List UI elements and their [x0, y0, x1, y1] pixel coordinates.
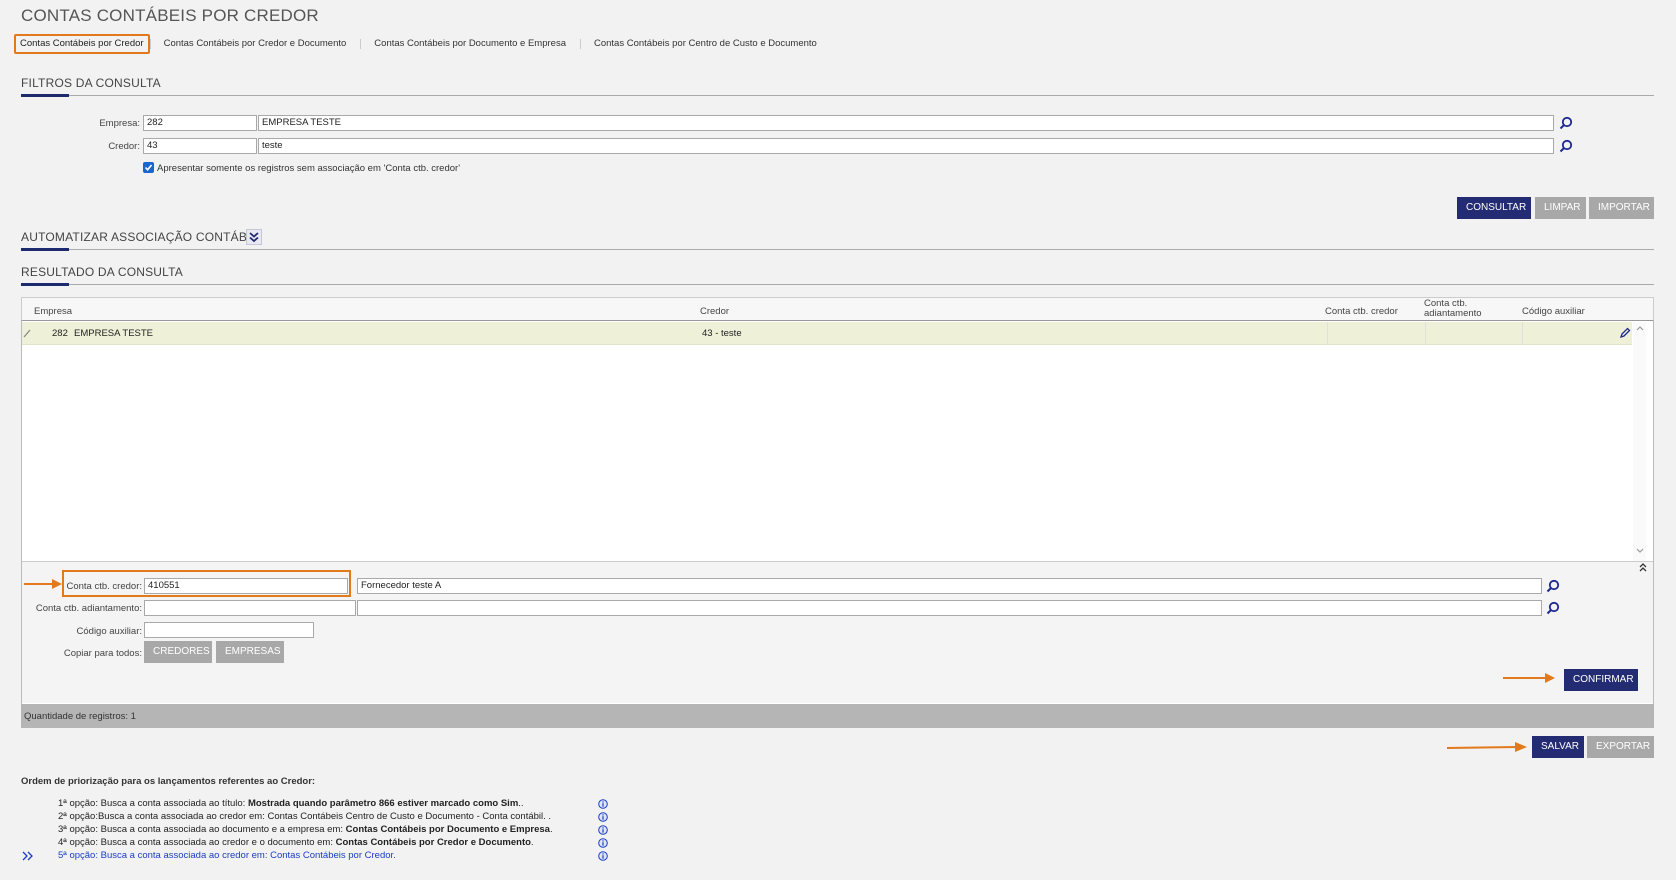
col-conta-credor-header[interactable]: Conta ctb. credor	[1325, 306, 1398, 317]
result-section-header: RESULTADO DA CONSULTA	[21, 265, 1654, 286]
conta-adiantamento-code-input[interactable]	[144, 600, 356, 616]
conta-credor-search-icon[interactable]	[1546, 579, 1560, 593]
section-accent-bar	[21, 248, 69, 251]
section-accent-bar	[21, 94, 69, 97]
filters-section-header: FILTROS DA CONSULTA	[21, 76, 1654, 97]
row-empresa-name: EMPRESA TESTE	[74, 328, 154, 339]
expand-double-chevron-icon[interactable]	[246, 229, 262, 245]
conta-credor-name-input[interactable]: Fornecedor teste A	[357, 578, 1542, 594]
annotation-arrow-icon	[1503, 673, 1555, 683]
salvar-button[interactable]: SALVAR	[1532, 736, 1584, 758]
sem-associacao-checkbox[interactable]	[143, 162, 154, 173]
exportar-button[interactable]: EXPORTAR	[1587, 736, 1654, 758]
credor-name-input[interactable]: teste	[258, 138, 1554, 154]
info-icon[interactable]	[598, 851, 608, 861]
current-option-chevron-icon	[22, 851, 33, 861]
importar-button[interactable]: IMPORTAR	[1589, 197, 1654, 219]
scroll-up-icon[interactable]	[1636, 325, 1644, 331]
info-icon[interactable]	[598, 838, 608, 848]
priority-option-3: 3ª opção: Busca a conta associada ao doc…	[58, 824, 553, 835]
grid-footer: Quantidade de registros: 1	[21, 704, 1654, 728]
row-edit-indicator-icon	[23, 329, 31, 338]
tab-contas-por-credor-documento[interactable]: Contas Contábeis por Credor e Documento	[149, 34, 361, 54]
codigo-auxiliar-input[interactable]	[144, 622, 314, 638]
table-row[interactable]: 282 EMPRESA TESTE 43 - teste	[22, 322, 1632, 345]
tab-contas-por-centro-custo-documento[interactable]: Contas Contábeis por Centro de Custo e D…	[579, 34, 831, 54]
conta-adiantamento-label: Conta ctb. adiantamento:	[35, 603, 142, 614]
priority-option-1: 1ª opção: Busca a conta associada ao tít…	[58, 798, 524, 809]
col-conta-adiantamento-header[interactable]: Conta ctb. adiantamento	[1424, 299, 1494, 319]
priority-title: Ordem de priorização para os lançamentos…	[21, 776, 316, 787]
page-title: CONTAS CONTÁBEIS POR CREDOR	[21, 6, 319, 25]
copiar-para-todos-label: Copiar para todos:	[63, 648, 142, 659]
conta-credor-label: Conta ctb. credor:	[66, 581, 142, 592]
empresa-name-input[interactable]: EMPRESA TESTE	[258, 115, 1554, 131]
automatizar-title: AUTOMATIZAR ASSOCIAÇÃO CONTÁBIL	[21, 230, 258, 244]
row-credor: 43 - teste	[702, 328, 742, 339]
empresa-code-input[interactable]: 282	[143, 115, 257, 131]
section-accent-bar	[21, 283, 69, 286]
tab-bar: Contas Contábeis por Credor Contas Contá…	[14, 34, 831, 54]
filters-title: FILTROS DA CONSULTA	[21, 76, 161, 90]
priority-option-4: 4ª opção: Busca a conta associada ao cre…	[58, 837, 534, 848]
sem-associacao-label: Apresentar somente os registros sem asso…	[157, 163, 461, 174]
row-edit-pencil-icon[interactable]	[1619, 327, 1631, 339]
tab-contas-por-credor[interactable]: Contas Contábeis por Credor	[14, 34, 150, 54]
collapse-double-chevron-icon[interactable]	[1638, 562, 1648, 572]
col-empresa-header[interactable]: Empresa	[34, 306, 72, 317]
copiar-empresas-button[interactable]: EMPRESAS	[216, 641, 284, 663]
automatizar-section-header: AUTOMATIZAR ASSOCIAÇÃO CONTÁBIL	[21, 230, 1654, 251]
credor-search-icon[interactable]	[1559, 139, 1573, 153]
consultar-button[interactable]: CONSULTAR	[1457, 197, 1531, 219]
col-credor-header[interactable]: Credor	[700, 306, 729, 317]
row-empresa-code: 282	[52, 328, 68, 339]
codigo-auxiliar-label: Código auxiliar:	[76, 626, 142, 637]
credor-code-input[interactable]: 43	[143, 138, 257, 154]
info-icon[interactable]	[598, 825, 608, 835]
conta-adiantamento-search-icon[interactable]	[1546, 601, 1560, 615]
info-icon[interactable]	[598, 812, 608, 822]
info-icon[interactable]	[598, 799, 608, 809]
record-count: Quantidade de registros: 1	[24, 711, 136, 722]
credor-label: Credor:	[108, 141, 140, 152]
priority-option-5: 5ª opção: Busca a conta associada ao cre…	[58, 850, 396, 861]
grid-scrollbar[interactable]	[1633, 322, 1646, 561]
scroll-down-icon[interactable]	[1636, 548, 1644, 554]
grid-header: Empresa Credor Conta ctb. credor Conta c…	[21, 297, 1654, 321]
annotation-arrow-icon	[1447, 742, 1527, 752]
copiar-credores-button[interactable]: CREDORES	[144, 641, 212, 663]
tab-contas-por-documento-empresa[interactable]: Contas Contábeis por Documento e Empresa	[360, 34, 580, 54]
conta-credor-code-input[interactable]: 410551	[144, 578, 348, 594]
conta-adiantamento-name-input[interactable]	[357, 600, 1542, 616]
result-title: RESULTADO DA CONSULTA	[21, 265, 184, 279]
col-codigo-auxiliar-header[interactable]: Código auxiliar	[1522, 306, 1585, 317]
empresa-label: Empresa:	[99, 118, 140, 129]
priority-option-2: 2ª opção:Busca a conta associada ao cred…	[58, 811, 552, 822]
empresa-search-icon[interactable]	[1559, 116, 1573, 130]
limpar-button[interactable]: LIMPAR	[1535, 197, 1586, 219]
priority-list: 1ª opção: Busca a conta associada ao tít…	[21, 798, 621, 868]
confirmar-button[interactable]: CONFIRMAR	[1564, 669, 1638, 691]
